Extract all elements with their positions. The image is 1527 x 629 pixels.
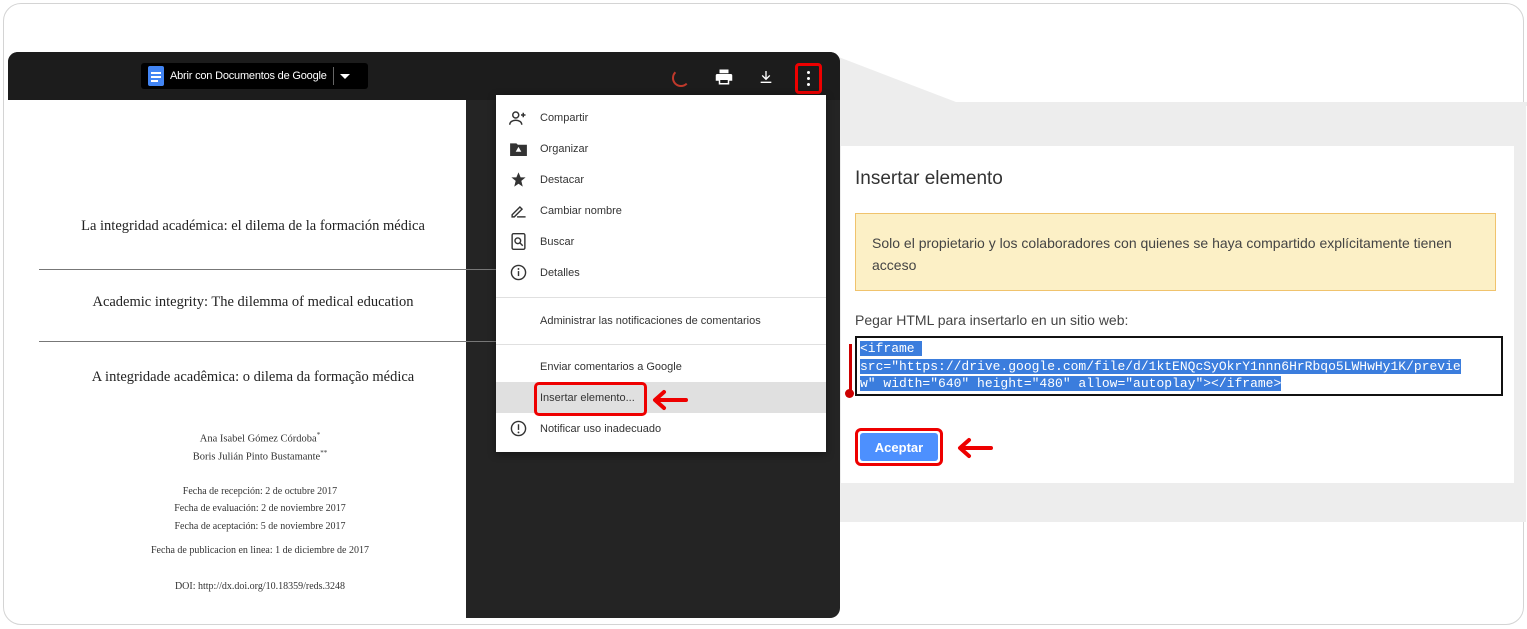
search-file-icon	[496, 233, 540, 250]
code-line: w" width="640" height="480" allow="autop…	[860, 376, 1282, 391]
divider	[39, 341, 499, 342]
accept-button[interactable]: Aceptar	[860, 433, 938, 461]
menu-divider	[496, 297, 826, 298]
menu-item-notificaciones-comentarios[interactable]: Administrar las notificaciones de coment…	[496, 305, 826, 336]
document-page: La integridad académica: el dilema de la…	[8, 100, 499, 618]
title-english: Academic integrity: The dilemma of medic…	[92, 294, 414, 310]
download-icon[interactable]	[756, 66, 776, 88]
open-with-docs-button[interactable]: Abrir con Documentos de Google	[141, 63, 368, 89]
info-icon	[496, 264, 540, 281]
menu-item-destacar[interactable]: Destacar	[496, 164, 826, 195]
open-with-label: Abrir con Documentos de Google	[170, 70, 327, 82]
menu-item-detalles[interactable]: Detalles	[496, 257, 826, 288]
red-arrow-icon	[653, 390, 688, 410]
menu-item-cambiar-nombre[interactable]: Cambiar nombre	[496, 195, 826, 226]
menu-divider	[496, 344, 826, 345]
menu-item-buscar[interactable]: Buscar	[496, 226, 826, 257]
caret-down-icon[interactable]	[339, 73, 350, 79]
date-accepted: Fecha de aceptación: 5 de noviembre 2017	[174, 521, 346, 532]
report-icon	[496, 420, 540, 437]
dialog-title: Insertar elemento	[855, 168, 1003, 189]
more-vert-icon	[807, 71, 810, 74]
accept-button-highlight: Aceptar	[855, 428, 943, 466]
red-arrow-icon	[958, 438, 993, 458]
embed-code-textarea[interactable]: <iframe src="https://drive.google.com/fi…	[855, 336, 1503, 396]
loading-spinner-icon	[672, 69, 690, 87]
menu-item-notificar-uso[interactable]: Notificar uso inadecuado	[496, 413, 826, 444]
date-evaluated: Fecha de evaluación: 2 de noviembre 2017	[174, 503, 346, 514]
title-portuguese: A integridade acadêmica: o dilema da for…	[91, 369, 415, 385]
open-with-separator	[332, 67, 334, 85]
cursor-marker-dot	[845, 389, 854, 398]
code-line: <iframe	[860, 341, 923, 356]
date-published: Fecha de publicacion en linea: 1 de dici…	[151, 545, 369, 556]
menu-item-enviar-comentarios[interactable]: Enviar comentarios a Google	[496, 351, 826, 382]
insert-element-highlight	[534, 382, 647, 416]
star-icon	[496, 171, 540, 188]
title-spanish: La integridad académica: el dilema de la…	[81, 218, 425, 234]
doi: DOI: http://dx.doi.org/10.18359/reds.324…	[174, 581, 346, 592]
author-1: Ana Isabel Gómez Córdoba*	[199, 431, 321, 445]
paste-html-label: Pegar HTML para insertarlo en un sitio w…	[855, 312, 1129, 328]
panel-slope	[836, 56, 1527, 106]
more-actions-button[interactable]	[795, 63, 822, 94]
menu-item-organizar[interactable]: Organizar	[496, 133, 826, 164]
date-received: Fecha de recepción: 2 de octubre 2017	[182, 486, 338, 497]
google-docs-icon	[148, 66, 164, 86]
print-icon[interactable]	[714, 66, 734, 88]
pencil-icon	[496, 202, 540, 219]
menu-item-compartir[interactable]: Compartir	[496, 102, 826, 133]
divider	[39, 269, 499, 270]
cursor-marker	[849, 344, 852, 392]
access-notice: Solo el propietario y los colaboradores …	[855, 213, 1496, 291]
code-line: src="https://drive.google.com/file/d/1kt…	[860, 358, 1461, 374]
folder-move-icon	[496, 142, 540, 156]
author-2: Boris Julián Pinto Bustamante**	[192, 449, 328, 463]
add-person-icon	[496, 110, 540, 126]
